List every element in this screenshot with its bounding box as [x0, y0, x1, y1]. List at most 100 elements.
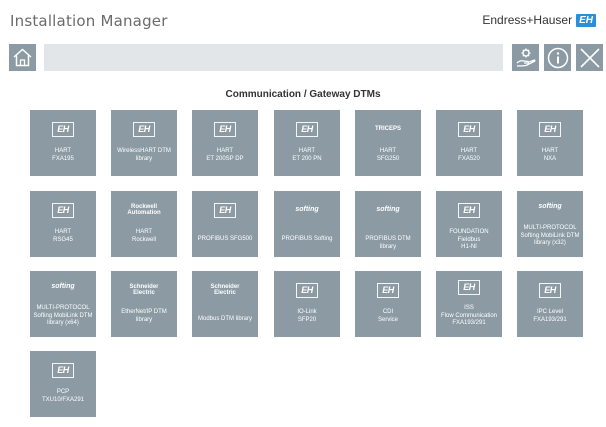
dtm-tile[interactable]: EH IO-Link SFP20: [274, 271, 340, 337]
vendor-logo-icon: softing: [538, 203, 562, 210]
tile-label: EtherNet/IP DTM library: [121, 309, 167, 323]
vendor-logo-icon: softing: [51, 283, 75, 290]
tile-logo: TRICEPS: [355, 122, 421, 136]
dtm-tile[interactable]: EH CDI Service: [355, 271, 421, 337]
eh-logo-icon: EH: [458, 202, 480, 218]
tile-logo: softing: [517, 200, 583, 214]
brand-logo-icon: EH: [576, 13, 596, 27]
tile-label: MULTI-PROTOCOL Softing MobiLink DTM libr…: [520, 225, 580, 246]
search-bar[interactable]: [44, 44, 503, 71]
dtm-tile[interactable]: EH PROFIBUS SFG500: [192, 191, 258, 257]
eh-logo-icon: EH: [52, 362, 74, 378]
tile-label: HART FXA520: [458, 148, 480, 162]
tile-logo: EH: [192, 202, 258, 218]
app-title: Installation Manager: [10, 12, 168, 30]
tile-label: IPC Level FXA193/291: [533, 309, 567, 323]
tile-logo: EH: [192, 121, 258, 137]
tile-label: WirelessHART DTM library: [117, 148, 171, 162]
brand-text: Endress+Hauser: [482, 13, 573, 27]
section-title: Communication / Gateway DTMs: [225, 89, 381, 100]
dtm-tile[interactable]: EH IPC Level FXA193/291: [517, 271, 583, 337]
tile-logo: EH: [30, 121, 96, 137]
dtm-tile[interactable]: Schneider Electric EtherNet/IP DTM librar…: [111, 271, 177, 337]
dtm-tile[interactable]: TRICEPS HART SFG250: [355, 110, 421, 176]
dtm-tile[interactable]: softing PROFIBUS DTM library: [355, 191, 421, 257]
vendor-logo-icon: softing: [295, 206, 319, 213]
info-button[interactable]: [544, 44, 571, 71]
dtm-tile[interactable]: EH WirelessHART DTM library: [111, 110, 177, 176]
close-icon: [579, 47, 600, 68]
tile-label: HART Rockwell: [131, 229, 156, 243]
dtm-tile[interactable]: Rockwell Automation HART Rockwell: [111, 191, 177, 257]
eh-logo-icon: EH: [458, 121, 480, 137]
close-button[interactable]: [576, 44, 603, 71]
tile-logo: softing: [355, 203, 421, 217]
vendor-logo-icon: softing: [376, 206, 400, 213]
tile-logo: EH: [274, 282, 340, 298]
tile-logo: EH: [436, 121, 502, 137]
tile-logo: EH: [517, 121, 583, 137]
vendor-logo-icon: Rockwell Automation: [127, 204, 161, 216]
tile-logo: Schneider Electric: [111, 283, 177, 297]
eh-logo-icon: EH: [296, 282, 318, 298]
eh-logo-icon: EH: [296, 121, 318, 137]
toolbar: [9, 44, 606, 72]
settings-hand-icon: [516, 48, 536, 67]
dtm-tile[interactable]: EH HART RSG45: [30, 191, 96, 257]
tile-label: HART NXA: [541, 148, 559, 162]
tile-label: ISS Flow Communication FXA193/291: [440, 305, 498, 326]
tile-logo: EH: [30, 362, 96, 378]
tile-logo: softing: [30, 280, 96, 294]
brand: Endress+Hauser EH: [482, 13, 596, 27]
dtm-tile[interactable]: EH HART FXA520: [436, 110, 502, 176]
eh-logo-icon: EH: [539, 121, 561, 137]
vendor-logo-icon: Schneider Electric: [129, 284, 159, 296]
home-icon: [13, 48, 32, 67]
tile-label: HART FXA195: [52, 148, 74, 162]
tile-logo: EH: [30, 202, 96, 218]
eh-logo-icon: EH: [214, 202, 236, 218]
home-button[interactable]: [9, 44, 36, 71]
tile-label: PROFIBUS Softing: [281, 236, 333, 242]
tile-label: PROFIBUS DTM library: [365, 236, 411, 250]
eh-logo-icon: EH: [52, 202, 74, 218]
tile-label: Modbus DTM library: [197, 316, 252, 322]
eh-logo-icon: EH: [458, 279, 480, 295]
settings-button[interactable]: [512, 44, 539, 71]
dtm-tile[interactable]: EH FOUNDATION Fieldbus H1-NI: [436, 191, 502, 257]
tile-label: HART SFG250: [376, 148, 400, 162]
dtm-tile[interactable]: EH HART ET 200 PN: [274, 110, 340, 176]
dtm-tile[interactable]: EH HART NXA: [517, 110, 583, 176]
eh-logo-icon: EH: [377, 282, 399, 298]
vendor-logo-icon: Schneider Electric: [210, 284, 240, 296]
dtm-tile[interactable]: softing MULTI-PROTOCOL Softing MobiLink D…: [517, 191, 583, 257]
tile-label: HART RSG45: [53, 229, 73, 243]
dtm-tile[interactable]: EH HART ET 200SP DP: [192, 110, 258, 176]
dtm-tile[interactable]: Schneider Electric Modbus DTM library: [192, 271, 258, 337]
tile-logo: EH: [274, 121, 340, 137]
tile-logo: EH: [111, 121, 177, 137]
eh-logo-icon: EH: [52, 121, 74, 137]
tile-label: PROFIBUS SFG500: [197, 236, 253, 242]
dtm-tile[interactable]: EH HART FXA195: [30, 110, 96, 176]
dtm-tile[interactable]: EH ISS Flow Communication FXA193/291: [436, 271, 502, 337]
tile-label: PCP TXU10/FXA291: [41, 389, 85, 403]
tile-label: IO-Link SFP20: [297, 309, 317, 323]
dtm-tile[interactable]: EH PCP TXU10/FXA291: [30, 351, 96, 417]
tile-logo: Rockwell Automation: [111, 203, 177, 217]
tile-label: FOUNDATION Fieldbus H1-NI: [449, 229, 489, 250]
dtm-tile[interactable]: softing PROFIBUS Softing: [274, 191, 340, 257]
dtm-tile[interactable]: softing MULTI-PROTOCOL Softing MobiLink D…: [30, 271, 96, 337]
tile-label: HART ET 200 PN: [292, 148, 322, 162]
tile-label: HART ET 200SP DP: [206, 148, 244, 162]
tile-logo: softing: [274, 203, 340, 217]
info-icon: [547, 47, 568, 68]
tile-logo: Schneider Electric: [192, 283, 258, 297]
tile-logo: EH: [355, 282, 421, 298]
tile-logo: EH: [436, 279, 502, 295]
eh-logo-icon: EH: [214, 121, 236, 137]
tile-label: MULTI-PROTOCOL Softing MobiLink DTM libr…: [33, 305, 93, 326]
eh-logo-icon: EH: [539, 282, 561, 298]
tile-logo: EH: [436, 202, 502, 218]
tile-logo: EH: [517, 282, 583, 298]
